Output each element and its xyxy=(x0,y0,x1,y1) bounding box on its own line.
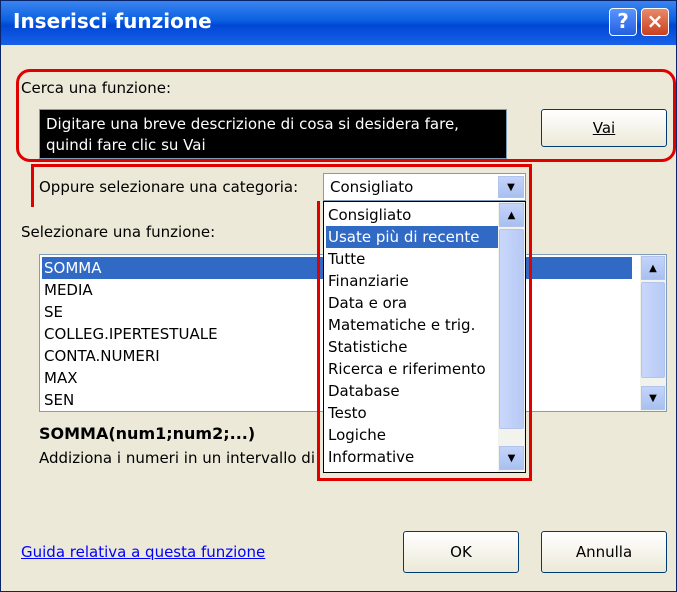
chevron-up-icon[interactable]: ▲ xyxy=(641,256,665,280)
search-text-line2: quindi fare clic su Vai xyxy=(46,136,206,154)
dropdown-option[interactable]: Ricerca e riferimento xyxy=(326,358,498,380)
function-description: Addiziona i numeri in un intervallo di xyxy=(39,449,315,467)
dropdown-scrollbar[interactable]: ▲ ▼ xyxy=(498,202,525,472)
search-label: Cerca una funzione: xyxy=(21,79,172,97)
dropdown-option[interactable]: Data e ora xyxy=(326,292,498,314)
help-link[interactable]: Guida relativa a questa funzione xyxy=(21,543,265,561)
dropdown-option[interactable]: Testo xyxy=(326,402,498,424)
category-label: Oppure selezionare una categoria: xyxy=(39,178,299,196)
scroll-thumb[interactable] xyxy=(641,282,665,378)
help-button[interactable]: ? xyxy=(609,8,637,36)
ok-button[interactable]: OK xyxy=(403,531,519,573)
list-item[interactable]: MAX xyxy=(42,367,77,389)
scroll-thumb[interactable] xyxy=(499,229,524,429)
cancel-button[interactable]: Annulla xyxy=(541,531,667,573)
dropdown-option[interactable]: Database xyxy=(326,380,498,402)
chevron-down-icon[interactable]: ▼ xyxy=(498,176,524,198)
dropdown-option[interactable]: Matematiche e trig. xyxy=(326,314,498,336)
dropdown-option[interactable]: Informative xyxy=(326,446,498,468)
title-bar[interactable]: Inserisci funzione ? × xyxy=(1,1,676,45)
list-item[interactable]: CONTA.NUMERI xyxy=(42,345,160,367)
category-selected-value: Consigliato xyxy=(330,178,414,196)
dropdown-option[interactable]: Usate più di recente xyxy=(326,226,498,248)
list-item[interactable]: COLLEG.IPERTESTUALE xyxy=(42,323,218,345)
function-syntax: SOMMA(num1;num2;...) xyxy=(39,424,256,443)
dropdown-option[interactable]: Consigliato xyxy=(326,204,498,226)
list-item[interactable]: SE xyxy=(42,301,63,323)
go-button[interactable]: Vai xyxy=(541,109,667,147)
list-item[interactable]: MEDIA xyxy=(42,279,93,301)
dropdown-option[interactable]: Finanziarie xyxy=(326,270,498,292)
go-button-label: Vai xyxy=(592,119,616,137)
dropdown-option[interactable]: Statistiche xyxy=(326,336,498,358)
function-list-scrollbar[interactable]: ▲ ▼ xyxy=(640,255,666,411)
insert-function-dialog: Inserisci funzione ? × Cerca una funzion… xyxy=(0,0,677,592)
functions-label: Selezionare una funzione: xyxy=(21,223,216,241)
dropdown-option[interactable]: Tutte xyxy=(326,248,498,270)
window-title: Inserisci funzione xyxy=(13,9,212,33)
category-select[interactable]: Consigliato ▼ xyxy=(323,173,526,201)
list-item[interactable]: SEN xyxy=(42,389,74,411)
search-input[interactable]: Digitare una breve descrizione di cosa s… xyxy=(39,109,507,159)
search-text-line1: Digitare una breve descrizione di cosa s… xyxy=(46,115,459,133)
chevron-down-icon[interactable]: ▼ xyxy=(641,386,665,410)
dropdown-option[interactable]: Logiche xyxy=(326,424,498,446)
chevron-up-icon[interactable]: ▲ xyxy=(499,203,524,227)
close-button[interactable]: × xyxy=(641,8,669,36)
chevron-down-icon[interactable]: ▼ xyxy=(499,446,524,470)
category-dropdown-list[interactable]: Consigliato Usate più di recente Tutte F… xyxy=(323,201,526,473)
